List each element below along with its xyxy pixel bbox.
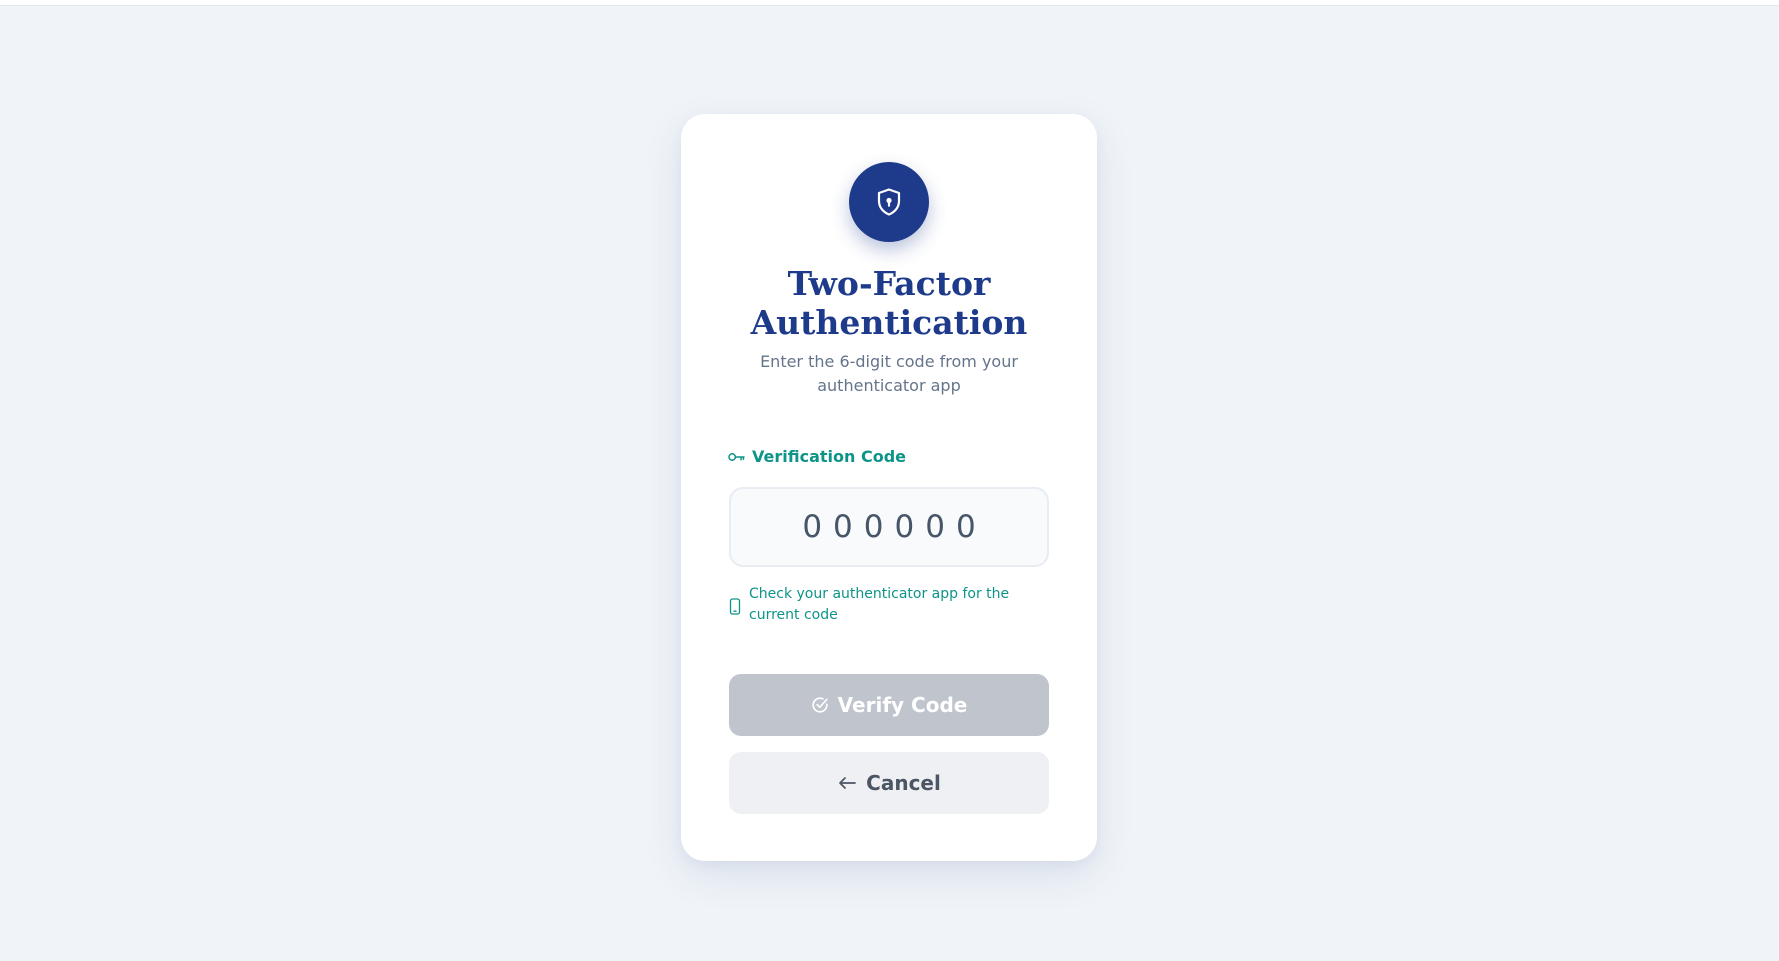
shield-badge [849, 162, 929, 242]
shield-lock-icon [873, 186, 905, 218]
auth-card: Two-Factor Authentication Enter the 6-di… [681, 114, 1097, 861]
verification-code-label: Verification Code [728, 447, 906, 466]
arrow-left-icon [837, 775, 857, 791]
page-title: Two-Factor Authentication [750, 264, 1028, 342]
check-circle-icon [811, 696, 829, 714]
code-hint-text: Check your authenticator app for the cur… [749, 586, 1010, 623]
smartphone-icon [729, 586, 741, 626]
cancel-button-label: Cancel [866, 771, 941, 795]
top-border [0, 0, 1779, 6]
key-icon [728, 451, 745, 463]
verification-code-input[interactable] [729, 487, 1049, 567]
verification-code-label-text: Verification Code [752, 447, 906, 466]
verify-code-button-label: Verify Code [837, 693, 968, 717]
cancel-button[interactable]: Cancel [729, 752, 1049, 814]
code-hint: Check your authenticator app for the cur… [729, 584, 1049, 626]
verify-code-button[interactable]: Verify Code [729, 674, 1049, 736]
page-subtitle: Enter the 6-digit code from your authent… [760, 352, 1018, 395]
